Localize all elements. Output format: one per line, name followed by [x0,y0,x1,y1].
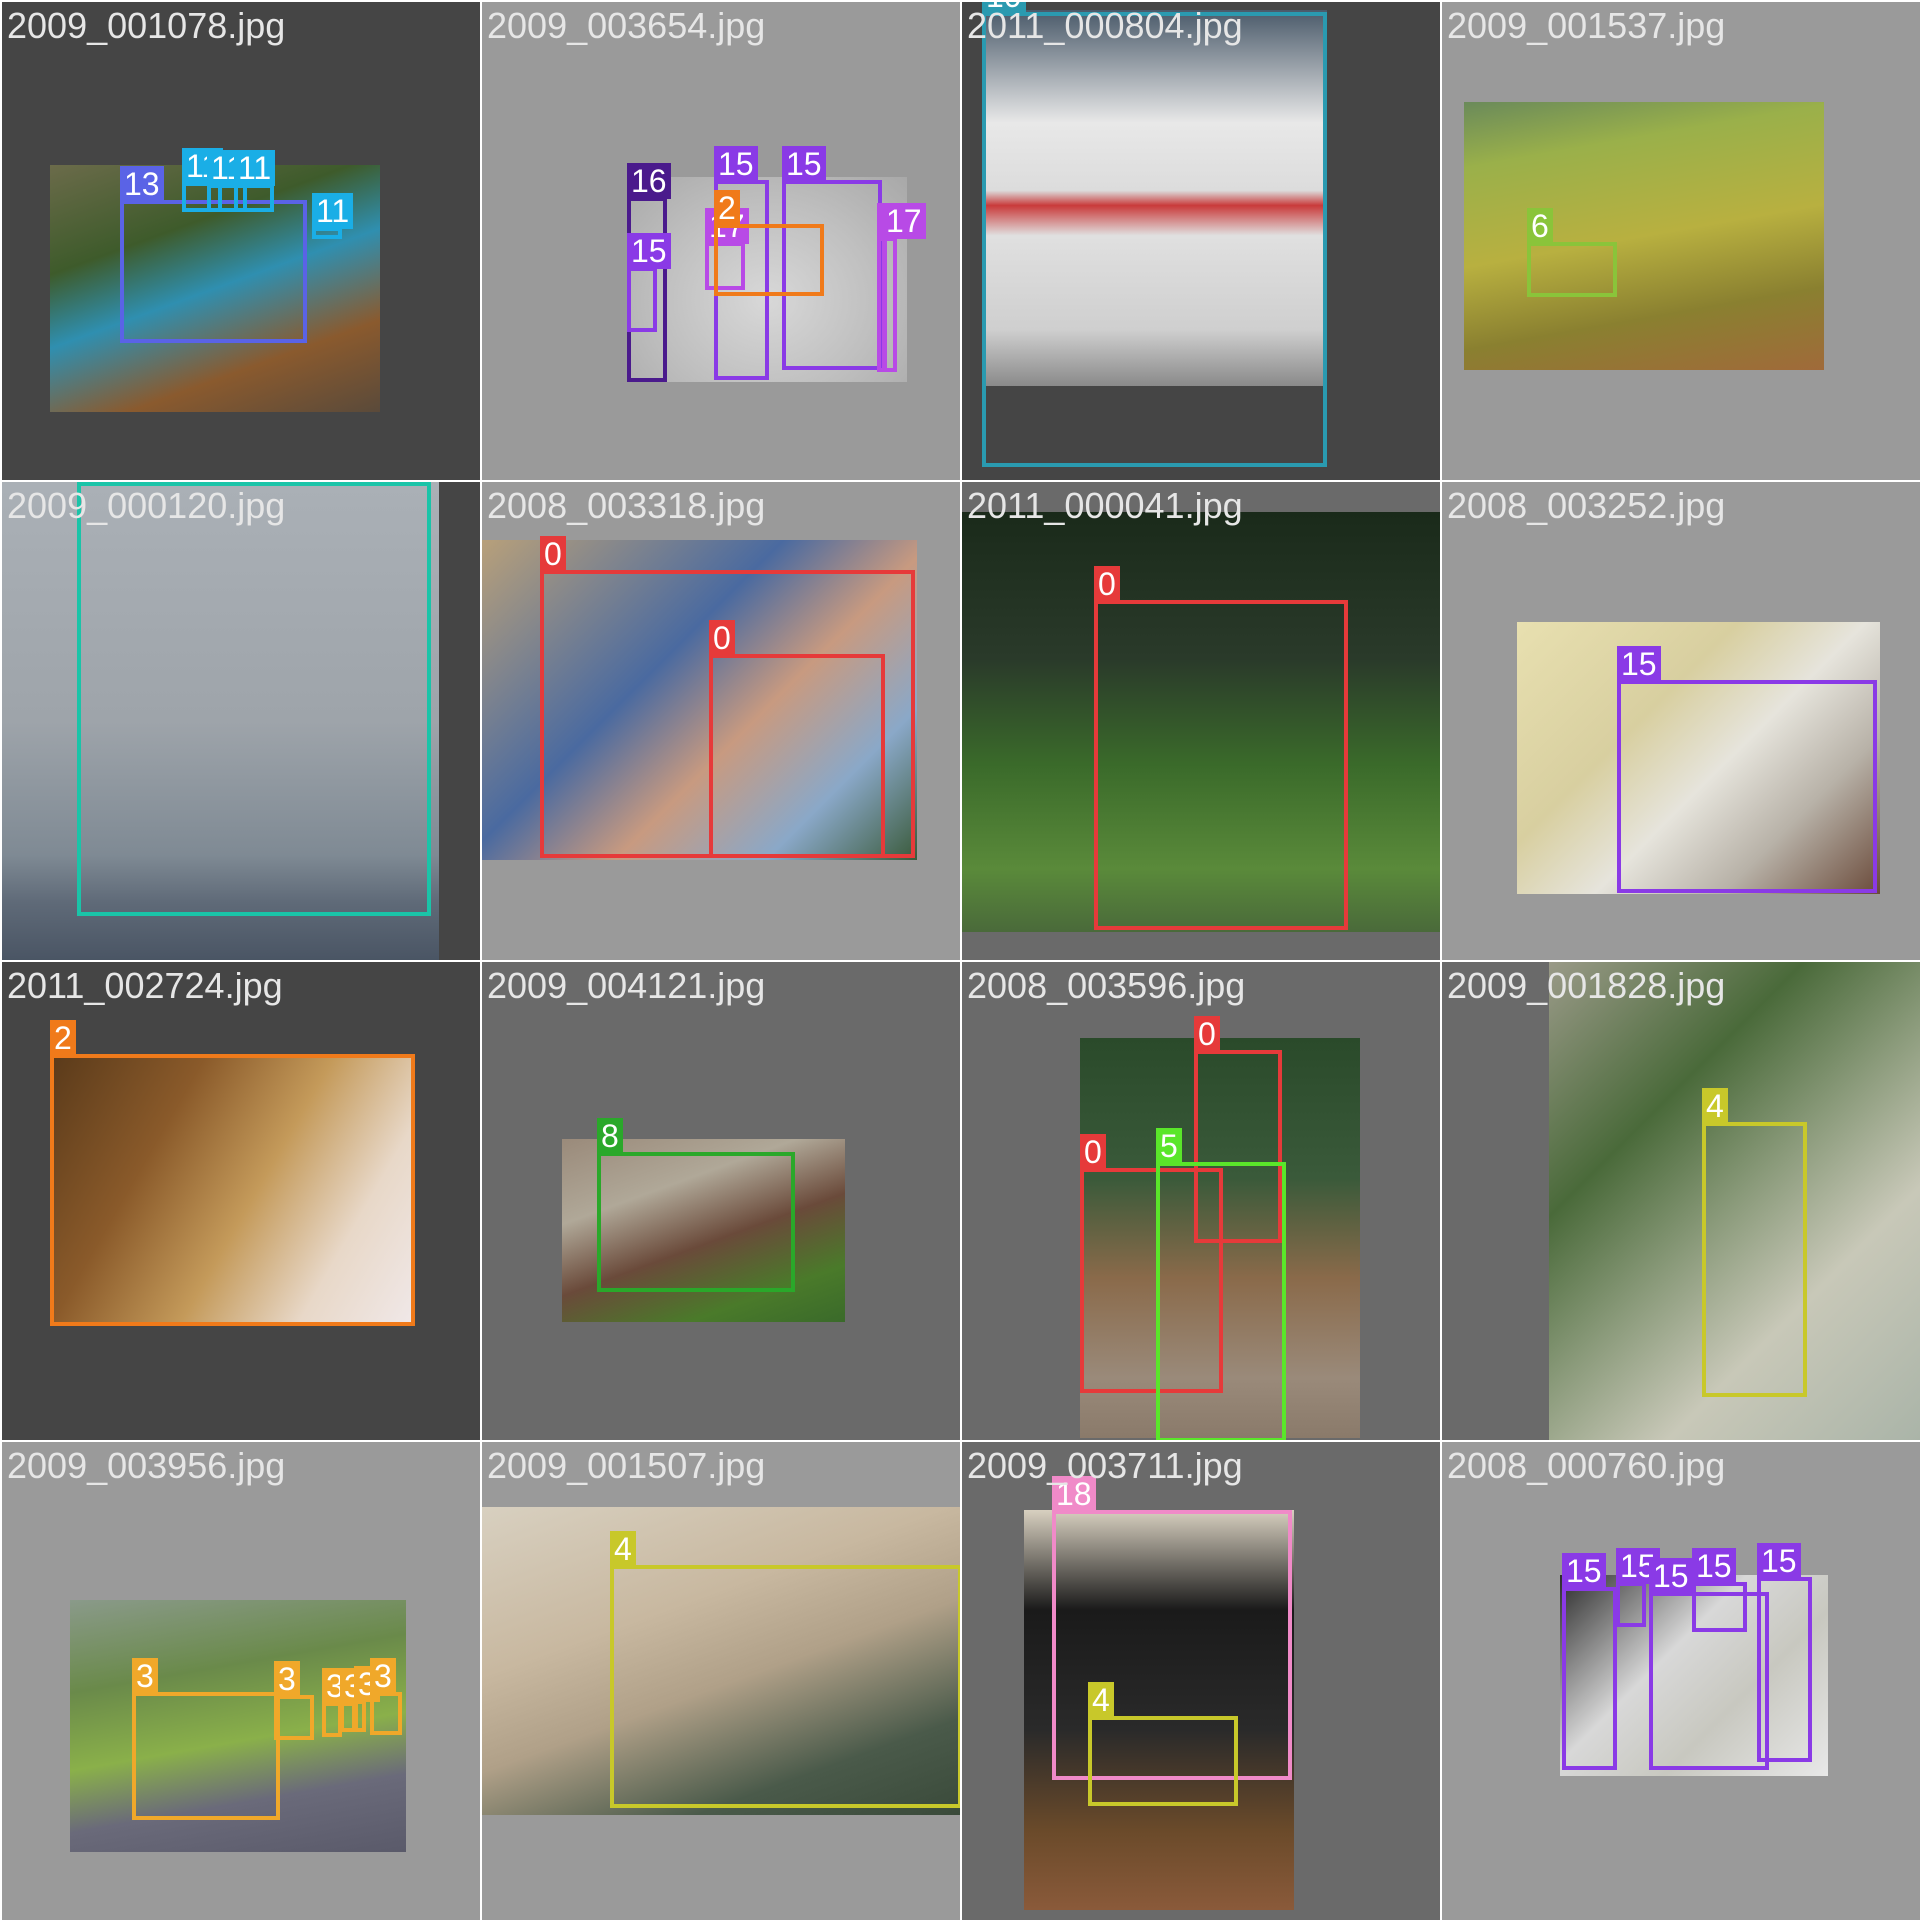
mosaic-tile: 0 0 2008_003318.jpg [482,482,960,960]
mosaic-tile: 3 3 3 3 3 3 2009_003956.jpg [2,1442,480,1920]
box-class-label: 3 [370,1658,396,1694]
tile-filename: 2009_004121.jpg [487,965,766,1006]
bounding-box: 3 [370,1658,402,1735]
box-class-label: 15 [1757,1543,1801,1579]
tile-filename: 2009_001828.jpg [1447,965,1726,1006]
mosaic-tile: 15 2008_003252.jpg [1442,482,1920,960]
box-class-label: 2 [50,1020,76,1056]
box-class-label: 0 [709,620,735,656]
box-class-label: 0 [540,536,566,572]
mosaic-tile: 13 11 11 11 11 2009_001078.jpg [2,2,480,480]
mosaic-tile: 1615151517171722009_003654.jpg [482,2,960,480]
bounding-box: 4 [1088,1682,1238,1806]
mosaic-tile: 102011_000804.jpg [962,2,1440,480]
bounding-box: 6 [1527,208,1617,297]
mosaic-tile: 8 2009_004121.jpg [482,962,960,1440]
box-class-label: 6 [1527,208,1553,244]
mosaic-tile: 92009_000120.jpg [2,482,480,960]
tile-filename: 2011_002724.jpg [7,965,283,1006]
box-class-label: 11 [312,193,354,229]
bounding-box: 4 [1702,1088,1807,1397]
mosaic-tile: 4 2009_001507.jpg [482,1442,960,1920]
tile-filename: 2009_000120.jpg [7,485,286,526]
box-class-label: 16 [627,163,671,199]
bounding-box: 2 [714,190,824,296]
bounding-box: 3 [322,1668,348,1737]
bounding-box: 11 [234,150,276,212]
tile-filename: 2009_003956.jpg [7,1445,286,1486]
box-class-label: 5 [1156,1128,1182,1164]
bounding-box: 13 [120,166,307,343]
tile-filename: 2008_003252.jpg [1447,485,1726,526]
tile-filename: 2008_003318.jpg [487,485,766,526]
box-class-label: 15 [782,146,826,182]
bounding-box: 15 [1757,1543,1812,1762]
bounding-box: 4 [610,1531,960,1808]
mosaic-tile: 18 4 2009_003711.jpg [962,1442,1440,1920]
bounding-box: 0 [1094,566,1348,930]
box-class-label: 15 [1692,1548,1736,1584]
tile-filename: 2009_001537.jpg [1447,5,1726,46]
bounding-box: 0 [709,620,885,858]
bounding-box: 15 [1616,1548,1660,1627]
box-class-label: 2 [714,190,740,226]
box-class-label: 13 [120,166,164,202]
tile-filename: 2008_000760.jpg [1447,1445,1726,1486]
box-class-label: 15 [1562,1553,1606,1589]
bounding-box: 3 [274,1661,314,1740]
bounding-box: 5 [1156,1128,1286,1440]
tile-filename: 2009_003711.jpg [967,1445,1243,1486]
bounding-box: 3 [132,1658,280,1820]
box-class-label: 11 [234,150,276,186]
mosaic-tile: 6 2009_001537.jpg [1442,2,1920,480]
box-class-label: 3 [132,1658,158,1694]
mosaic-tile: 4 2009_001828.jpg [1442,962,1920,1440]
tile-filename: 2008_003596.jpg [967,965,1246,1006]
bounding-box: 15 [1692,1548,1747,1632]
tile-filename: 2009_001078.jpg [7,5,286,46]
box-class-label: 0 [1194,1016,1220,1052]
box-class-label: 15 [627,233,671,269]
box-class-label: 4 [610,1531,636,1567]
bounding-box: 10 [982,2,1327,467]
bounding-box: 15 [627,233,671,332]
bounding-box: 3 [354,1666,380,1732]
tile-filename: 2011_000041.jpg [967,485,1243,526]
mosaic-tile: 2 2011_002724.jpg [2,962,480,1440]
bounding-box: 8 [597,1118,795,1292]
box-class-label: 17 [882,203,926,239]
box-class-label: 15 [714,146,758,182]
tile-filename: 2009_003654.jpg [487,5,766,46]
mosaic-tile: 0 0 5 2008_003596.jpg [962,962,1440,1440]
box-class-label: 3 [274,1661,300,1697]
bounding-box: 11 [312,193,354,239]
box-class-label: 8 [597,1118,623,1154]
tile-filename: 2011_000804.jpg [967,5,1243,46]
mosaic-tile: 15 15 15 15 15 2008_000760.jpg [1442,1442,1920,1920]
box-class-label: 0 [1080,1134,1106,1170]
mosaic-tile: 0 2011_000041.jpg [962,482,1440,960]
bounding-box: 9 [77,482,431,916]
box-class-label: 4 [1088,1682,1114,1718]
box-class-label: 15 [1617,646,1661,682]
photo [1464,102,1824,370]
bounding-box: 15 [1617,646,1877,893]
bounding-box: 17 [882,203,926,372]
box-class-label: 15 [1649,1558,1693,1594]
mosaic-grid: 13111111112009_001078.jpg161515151717172… [0,0,1920,1920]
bounding-box: 15 [1562,1553,1617,1770]
bounding-box: 2 [50,1020,415,1326]
box-class-label: 9 [77,482,103,484]
tile-filename: 2009_001507.jpg [487,1445,766,1486]
box-class-label: 0 [1094,566,1120,602]
box-class-label: 4 [1702,1088,1728,1124]
